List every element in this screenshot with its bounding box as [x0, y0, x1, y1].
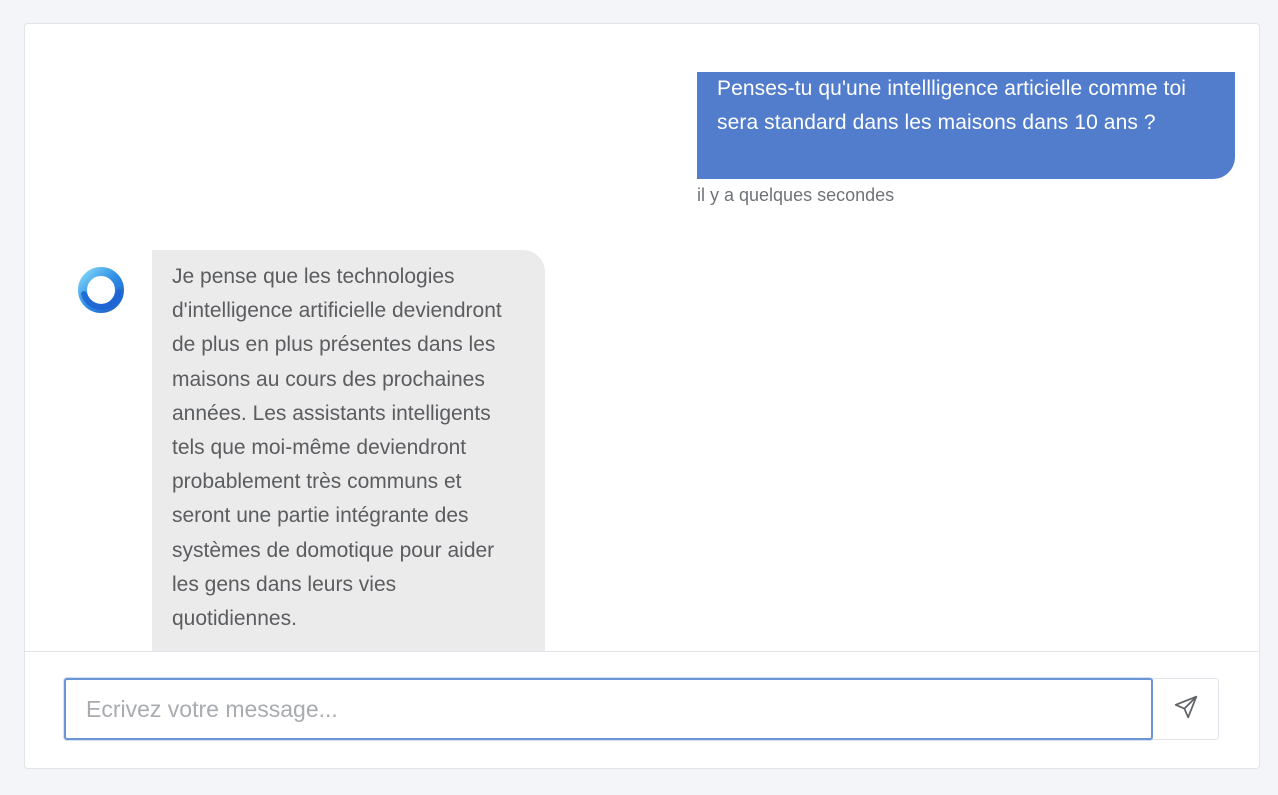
message-list[interactable]: Penses-tu qu'une intellligence articiell… [25, 24, 1259, 654]
message-timestamp: il y a quelques secondes [697, 185, 895, 205]
chat-window: Penses-tu qu'une intellligence articiell… [24, 23, 1260, 769]
user-message-bubble: Penses-tu qu'une intellligence articiell… [697, 72, 1235, 179]
assistant-message-bubble: Je pense que les technologies d'intellig… [152, 250, 545, 654]
message-composer [25, 651, 1259, 768]
assistant-logo-icon [75, 264, 127, 316]
send-button[interactable] [1153, 678, 1219, 740]
message-input[interactable] [64, 678, 1153, 740]
send-icon [1173, 694, 1199, 725]
user-message: Penses-tu qu'une intellligence articiell… [697, 72, 1235, 205]
